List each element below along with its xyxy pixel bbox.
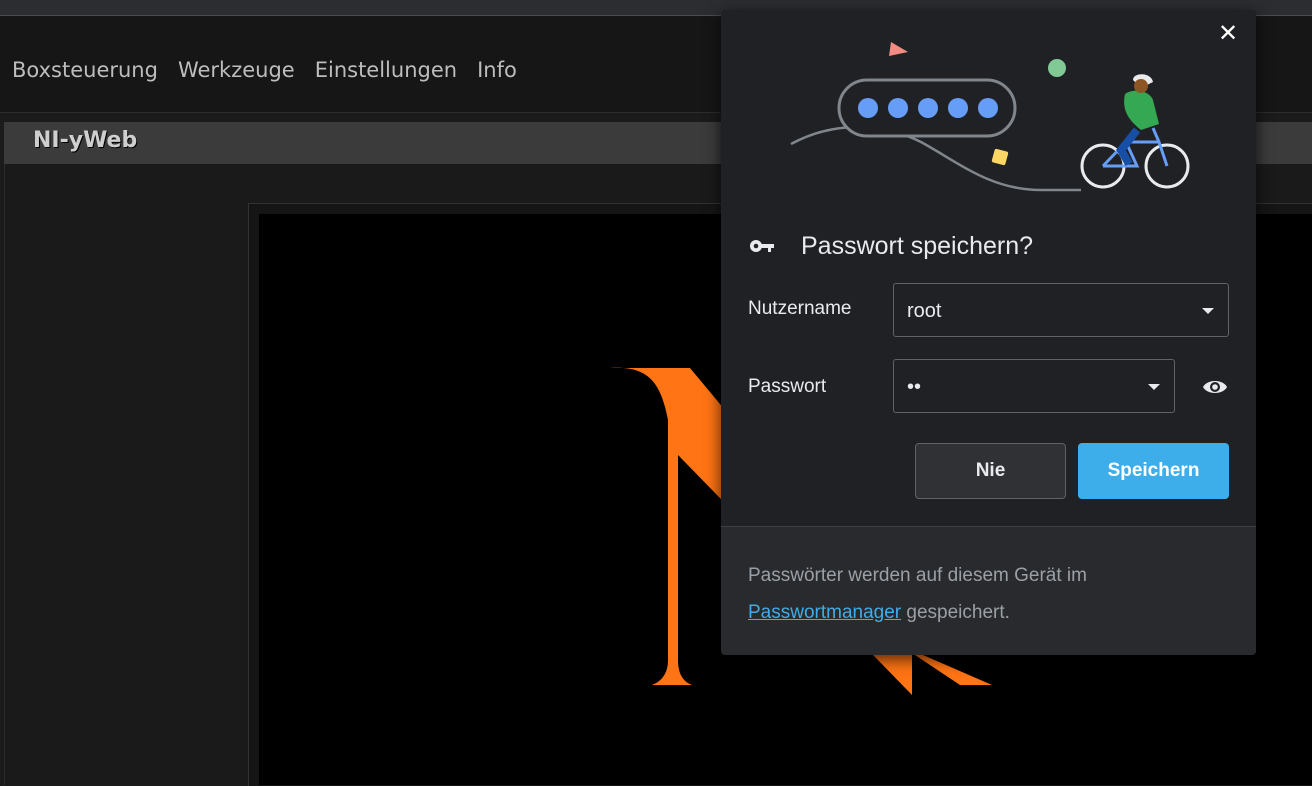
- password-field[interactable]: ••: [893, 359, 1175, 413]
- chevron-down-icon[interactable]: [1202, 308, 1214, 314]
- menu-item-einstellungen[interactable]: Einstellungen: [315, 58, 457, 82]
- username-label: Nutzername: [748, 298, 852, 319]
- password-value: ••: [907, 376, 922, 398]
- illustration-cyclist: [790, 42, 1190, 192]
- save-password-dialog: ✕ Passwort speichern? Nutzername root Pa…: [721, 10, 1256, 655]
- password-manager-link[interactable]: Passwortmanager: [748, 602, 901, 623]
- password-label: Passwort: [748, 376, 827, 397]
- menu-items: Boxsteuerung Werkzeuge Einstellungen Inf…: [12, 58, 517, 82]
- save-button[interactable]: Speichern: [1078, 443, 1229, 499]
- menu-item-boxsteuerung[interactable]: Boxsteuerung: [12, 58, 158, 82]
- close-icon[interactable]: ✕: [1216, 22, 1240, 46]
- username-field[interactable]: root: [893, 283, 1229, 337]
- eye-icon[interactable]: [1202, 376, 1228, 398]
- dialog-footer: Passwörter werden auf diesem Gerät im Pa…: [721, 527, 1256, 655]
- app-title: NI-yWeb: [33, 128, 138, 153]
- menu-item-werkzeuge[interactable]: Werkzeuge: [178, 58, 295, 82]
- footer-text-before: Passwörter werden auf diesem Gerät im: [748, 565, 1087, 586]
- username-value: root: [907, 300, 942, 322]
- menu-item-info[interactable]: Info: [477, 58, 517, 82]
- dialog-heading: Passwort speichern?: [801, 232, 1034, 260]
- key-icon: [750, 240, 774, 252]
- footer-text-after: gespeichert.: [901, 602, 1010, 623]
- footer-text: Passwörter werden auf diesem Gerät im Pa…: [748, 557, 1228, 631]
- chevron-down-icon[interactable]: [1148, 384, 1160, 390]
- never-button[interactable]: Nie: [915, 443, 1066, 499]
